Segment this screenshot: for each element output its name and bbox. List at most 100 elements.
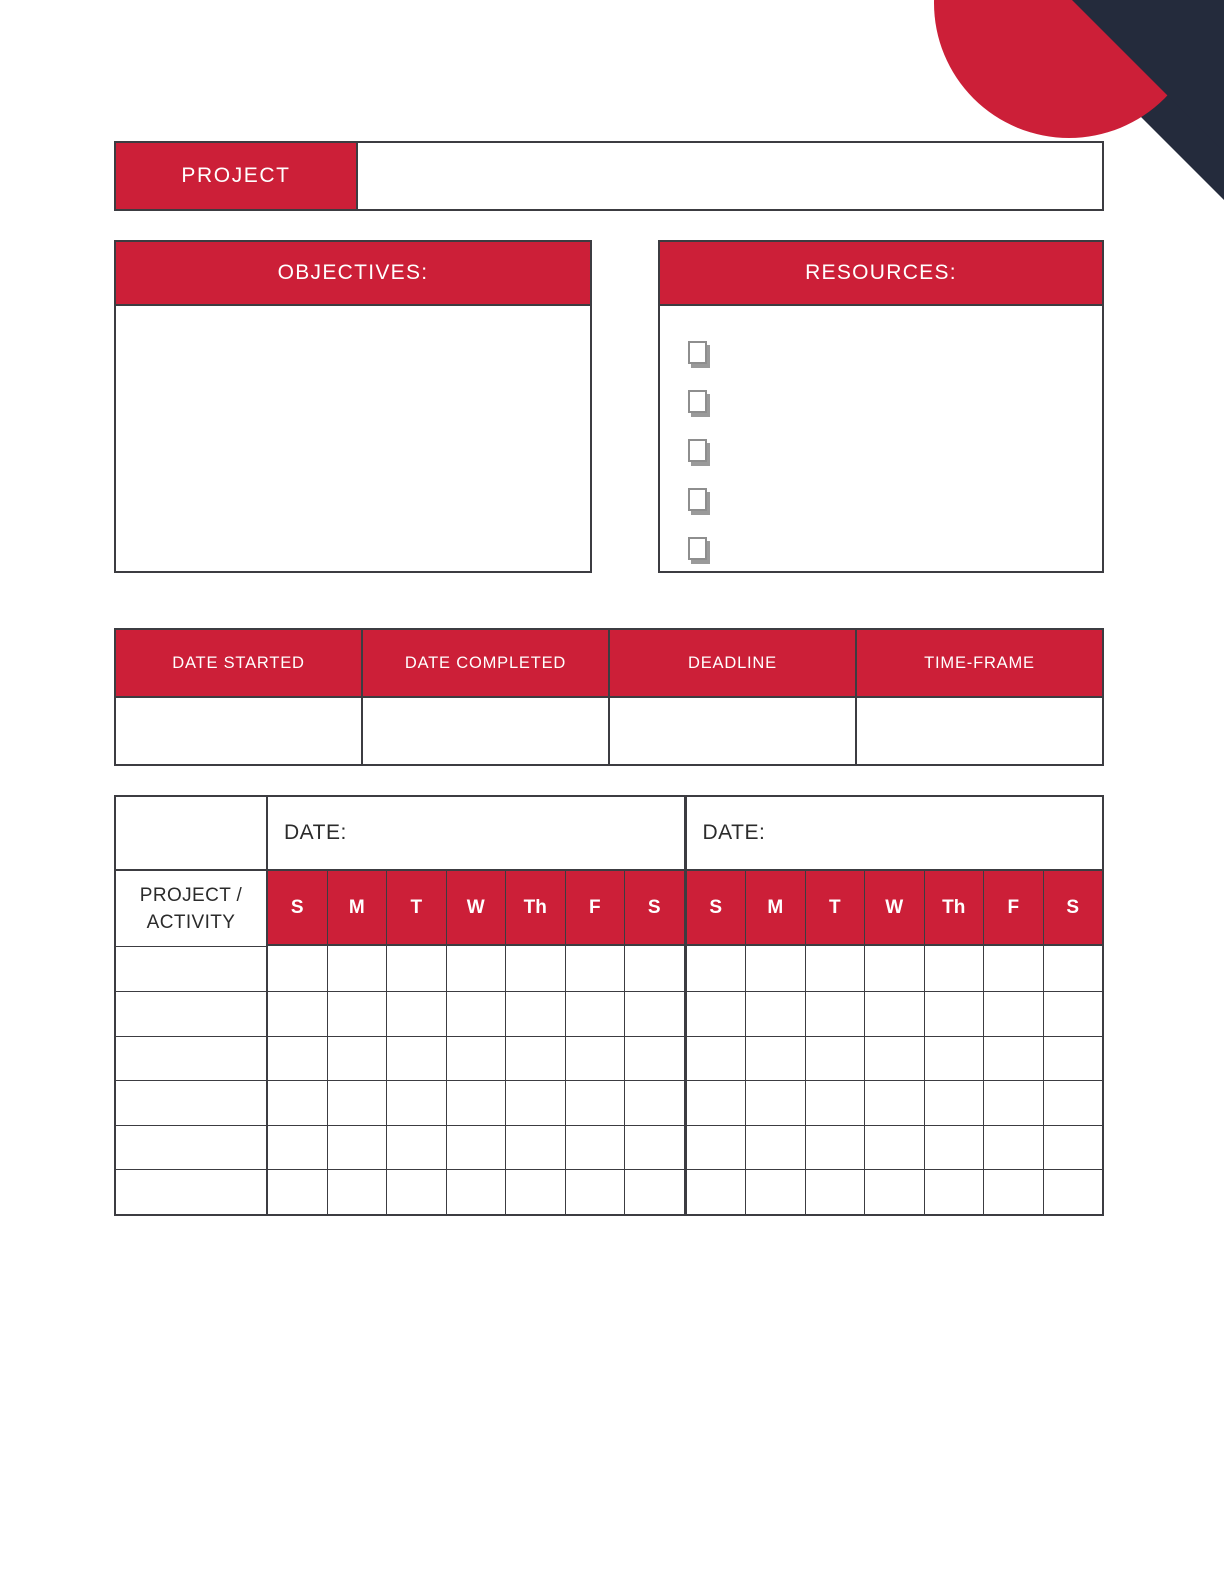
tracker-cell[interactable]: [625, 1035, 684, 1081]
tracker-cell[interactable]: [1043, 1169, 1102, 1215]
tracker-cell[interactable]: [746, 1080, 806, 1125]
list-item[interactable]: [688, 328, 1102, 377]
checkbox-icon[interactable]: [688, 341, 710, 368]
tracker-cell[interactable]: [805, 990, 865, 1036]
tracker-cell[interactable]: [924, 946, 984, 991]
activity-input[interactable]: [116, 1035, 268, 1081]
tracker-cell[interactable]: [865, 1080, 925, 1125]
tracker-cell[interactable]: [268, 1080, 328, 1125]
tracker-cell[interactable]: [924, 1169, 984, 1215]
tracker-cell[interactable]: [387, 946, 447, 991]
tracker-cell[interactable]: [805, 1124, 865, 1170]
checkbox-icon[interactable]: [688, 488, 710, 515]
tracker-cell[interactable]: [565, 1169, 625, 1215]
tracker-cell[interactable]: [924, 990, 984, 1036]
tracker-cell[interactable]: [268, 1169, 328, 1215]
tracker-cell[interactable]: [686, 1035, 746, 1081]
tracker-cell[interactable]: [686, 946, 746, 991]
tracker-cell[interactable]: [686, 1124, 746, 1170]
tracker-cell[interactable]: [387, 1080, 447, 1125]
tracker-cell[interactable]: [746, 1169, 806, 1215]
date-completed-input[interactable]: [361, 698, 608, 766]
list-item[interactable]: [688, 524, 1102, 573]
tracker-cell[interactable]: [865, 1124, 925, 1170]
tracker-cell[interactable]: [865, 1035, 925, 1081]
tracker-cell[interactable]: [625, 990, 684, 1036]
tracker-cell[interactable]: [268, 990, 328, 1036]
tracker-cell[interactable]: [506, 1169, 566, 1215]
activity-input[interactable]: [116, 1080, 268, 1125]
tracker-cell[interactable]: [865, 946, 925, 991]
tracker-cell[interactable]: [984, 1124, 1044, 1170]
tracker-cell[interactable]: [686, 1169, 746, 1215]
tracker-cell[interactable]: [327, 1124, 387, 1170]
list-item[interactable]: [688, 426, 1102, 475]
tracker-cell[interactable]: [565, 990, 625, 1036]
tracker-cell[interactable]: [625, 1124, 684, 1170]
tracker-cell[interactable]: [746, 990, 806, 1036]
tracker-cell[interactable]: [506, 1035, 566, 1081]
week2-date-input[interactable]: DATE:: [683, 797, 1103, 869]
week1-date-input[interactable]: DATE:: [268, 797, 684, 869]
tracker-cell[interactable]: [625, 1080, 684, 1125]
tracker-cell[interactable]: [327, 990, 387, 1036]
activity-input[interactable]: [116, 990, 268, 1036]
tracker-cell[interactable]: [446, 1124, 506, 1170]
tracker-cell[interactable]: [924, 1124, 984, 1170]
list-item[interactable]: [688, 377, 1102, 426]
activity-input[interactable]: [116, 946, 268, 991]
tracker-cell[interactable]: [446, 946, 506, 991]
tracker-cell[interactable]: [565, 946, 625, 991]
tracker-cell[interactable]: [865, 1169, 925, 1215]
tracker-cell[interactable]: [387, 1035, 447, 1081]
tracker-cell[interactable]: [984, 1080, 1044, 1125]
tracker-cell[interactable]: [506, 946, 566, 991]
tracker-cell[interactable]: [984, 990, 1044, 1036]
activity-input[interactable]: [116, 1124, 268, 1170]
tracker-cell[interactable]: [387, 1124, 447, 1170]
tracker-cell[interactable]: [805, 1169, 865, 1215]
tracker-cell[interactable]: [686, 990, 746, 1036]
tracker-cell[interactable]: [268, 946, 328, 991]
tracker-cell[interactable]: [1043, 1035, 1102, 1081]
tracker-cell[interactable]: [1043, 1124, 1102, 1170]
tracker-cell[interactable]: [446, 1080, 506, 1125]
tracker-cell[interactable]: [446, 1035, 506, 1081]
tracker-cell[interactable]: [506, 1080, 566, 1125]
tracker-cell[interactable]: [984, 946, 1044, 991]
time-frame-input[interactable]: [855, 698, 1104, 766]
tracker-cell[interactable]: [746, 1124, 806, 1170]
tracker-cell[interactable]: [1043, 946, 1102, 991]
tracker-cell[interactable]: [446, 990, 506, 1036]
tracker-cell[interactable]: [268, 1035, 328, 1081]
tracker-cell[interactable]: [506, 1124, 566, 1170]
activity-input[interactable]: [116, 1169, 268, 1215]
tracker-cell[interactable]: [746, 1035, 806, 1081]
checkbox-icon[interactable]: [688, 390, 710, 417]
tracker-cell[interactable]: [268, 1124, 328, 1170]
tracker-cell[interactable]: [625, 946, 684, 991]
tracker-cell[interactable]: [506, 990, 566, 1036]
tracker-cell[interactable]: [805, 946, 865, 991]
tracker-cell[interactable]: [984, 1169, 1044, 1215]
tracker-cell[interactable]: [387, 1169, 447, 1215]
tracker-cell[interactable]: [924, 1080, 984, 1125]
project-name-input[interactable]: [358, 141, 1104, 211]
tracker-cell[interactable]: [1043, 990, 1102, 1036]
tracker-cell[interactable]: [924, 1035, 984, 1081]
tracker-cell[interactable]: [565, 1124, 625, 1170]
deadline-input[interactable]: [608, 698, 855, 766]
checkbox-icon[interactable]: [688, 439, 710, 466]
list-item[interactable]: [688, 475, 1102, 524]
tracker-cell[interactable]: [1043, 1080, 1102, 1125]
tracker-cell[interactable]: [805, 1035, 865, 1081]
tracker-cell[interactable]: [327, 946, 387, 991]
tracker-cell[interactable]: [746, 946, 806, 991]
tracker-cell[interactable]: [865, 990, 925, 1036]
date-started-input[interactable]: [114, 698, 361, 766]
tracker-cell[interactable]: [327, 1035, 387, 1081]
tracker-cell[interactable]: [387, 990, 447, 1036]
tracker-cell[interactable]: [805, 1080, 865, 1125]
tracker-cell[interactable]: [327, 1080, 387, 1125]
tracker-cell[interactable]: [565, 1080, 625, 1125]
